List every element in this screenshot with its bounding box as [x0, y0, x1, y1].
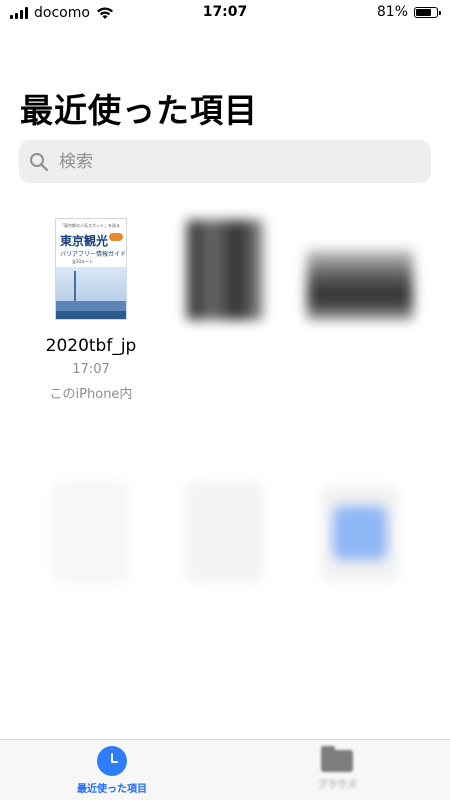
file-location: このiPhone内 — [49, 387, 133, 402]
file-thumbnail — [188, 484, 262, 580]
clock-icon — [97, 746, 127, 776]
file-thumbnail — [54, 484, 128, 580]
search-icon — [30, 152, 49, 171]
battery-percent: 81% — [376, 4, 408, 20]
file-item[interactable] — [290, 210, 430, 336]
file-item[interactable] — [21, 470, 161, 596]
file-thumbnail — [187, 220, 263, 320]
file-time: 17:07 — [72, 362, 110, 377]
status-bar: docomo 17:07 81% — [0, 0, 450, 26]
file-item[interactable] — [290, 470, 430, 596]
tab-bar: 最近使った項目 ブラウズ — [0, 739, 450, 800]
file-name: 2020tbf_jp — [45, 336, 137, 356]
file-thumbnail — [307, 250, 413, 320]
image-file-icon — [333, 506, 387, 560]
page-title: 最近使った項目 — [20, 91, 258, 130]
file-item[interactable] — [155, 470, 295, 596]
tab-recent[interactable]: 最近使った項目 — [52, 746, 172, 795]
folder-icon — [321, 746, 353, 772]
tab-recent-label: 最近使った項目 — [77, 784, 147, 795]
battery-icon — [414, 6, 441, 18]
tab-browse-label: ブラウズ — [317, 780, 357, 791]
file-thumbnail: 「東京都の人気スポット」を巡る 東京観光 バリアフリー情報ガイド 全33ルート — [55, 218, 127, 320]
file-thumbnail — [322, 486, 398, 580]
search-input[interactable] — [57, 150, 401, 173]
file-item[interactable] — [155, 210, 295, 336]
search-bar[interactable] — [19, 140, 431, 183]
file-item[interactable]: 「東京都の人気スポット」を巡る 東京観光 バリアフリー情報ガイド 全33ルート … — [21, 210, 161, 402]
tab-browse[interactable]: ブラウズ — [277, 746, 397, 791]
